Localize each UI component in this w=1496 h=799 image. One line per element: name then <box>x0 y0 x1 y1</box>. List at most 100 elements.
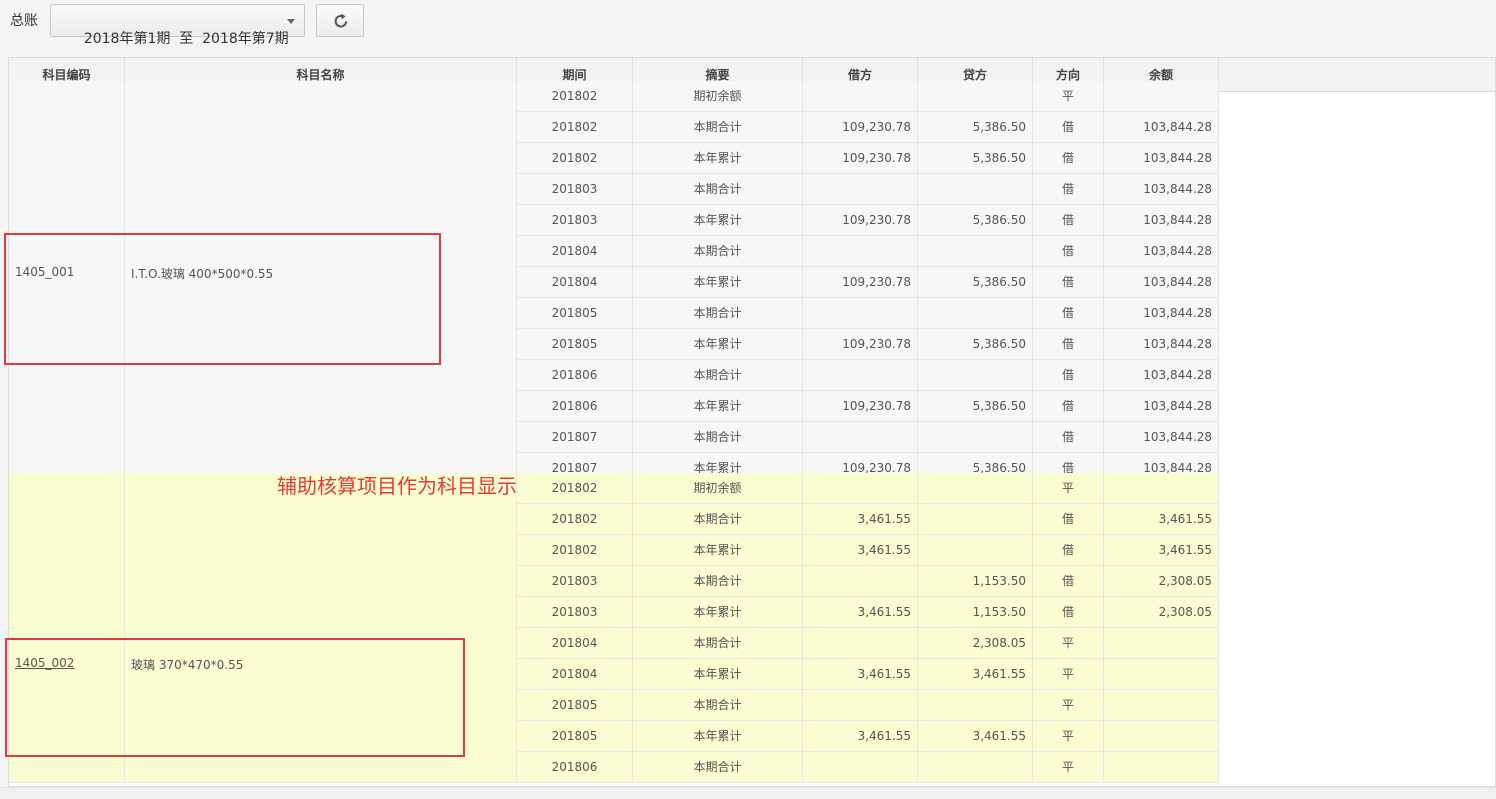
refresh-button[interactable] <box>316 4 364 37</box>
direction-cell: 借 <box>1033 236 1104 267</box>
credit-cell <box>918 174 1033 205</box>
table-row[interactable]: 201804 本期合计 2,308.05 平 <box>517 628 1219 659</box>
period-cell: 201802 <box>517 81 633 112</box>
period-cell: 201803 <box>517 566 633 597</box>
period-cell: 201804 <box>517 267 633 298</box>
credit-cell <box>918 298 1033 329</box>
debit-cell: 109,230.78 <box>803 267 918 298</box>
summary-cell: 本年累计 <box>633 205 803 236</box>
table-row[interactable]: 201802 期初余额 平 <box>517 81 1219 112</box>
balance-cell: 3,461.55 <box>1104 504 1219 535</box>
balance-cell <box>1104 752 1219 783</box>
summary-cell: 本年累计 <box>633 597 803 628</box>
summary-cell: 本年累计 <box>633 267 803 298</box>
credit-cell: 5,386.50 <box>918 329 1033 360</box>
balance-cell: 103,844.28 <box>1104 360 1219 391</box>
table-row[interactable]: 201802 本年累计 3,461.55 借 3,461.55 <box>517 535 1219 566</box>
subject-code-cell: 1405_002 <box>9 473 125 783</box>
table-row[interactable]: 201806 本期合计 借 103,844.28 <box>517 360 1219 391</box>
table-row[interactable]: 201802 本年累计 109,230.78 5,386.50 借 103,844.28 <box>517 143 1219 174</box>
subject-code: 1405_001 <box>15 265 75 279</box>
account-group: 1405_001 I.T.O.玻璃 400*500*0.55 201802 期初余额 平… <box>9 81 1219 484</box>
table-row[interactable]: 201805 本年累计 3,461.55 3,461.55 平 <box>517 721 1219 752</box>
direction-cell: 借 <box>1033 205 1104 236</box>
period-cell: 201802 <box>517 143 633 174</box>
direction-cell: 平 <box>1033 81 1104 112</box>
table-row[interactable]: 201803 本期合计 1,153.50 借 2,308.05 <box>517 566 1219 597</box>
summary-cell: 本期合计 <box>633 504 803 535</box>
summary-cell: 本期合计 <box>633 690 803 721</box>
toolbar: 总账 2018年第1期 至 2018年第7期 <box>0 0 1496 47</box>
credit-cell <box>918 535 1033 566</box>
debit-cell <box>803 473 918 504</box>
balance-cell: 103,844.28 <box>1104 391 1219 422</box>
table-row[interactable]: 201807 本期合计 借 103,844.28 <box>517 422 1219 453</box>
direction-cell: 平 <box>1033 690 1104 721</box>
summary-cell: 本期合计 <box>633 360 803 391</box>
credit-cell <box>918 360 1033 391</box>
period-cell: 201805 <box>517 690 633 721</box>
debit-cell: 109,230.78 <box>803 205 918 236</box>
table-row[interactable]: 201805 本期合计 借 103,844.28 <box>517 298 1219 329</box>
direction-cell: 借 <box>1033 566 1104 597</box>
credit-cell <box>918 422 1033 453</box>
subject-name: 玻璃 370*470*0.55 <box>131 658 244 672</box>
chevron-down-icon <box>287 19 295 24</box>
balance-cell: 103,844.28 <box>1104 174 1219 205</box>
table-row[interactable]: 201806 本年累计 109,230.78 5,386.50 借 103,844.28 <box>517 391 1219 422</box>
period-cell: 201805 <box>517 298 633 329</box>
table-row[interactable]: 201805 本年累计 109,230.78 5,386.50 借 103,844.28 <box>517 329 1219 360</box>
period-cell: 201806 <box>517 752 633 783</box>
credit-cell: 5,386.50 <box>918 112 1033 143</box>
summary-cell: 本年累计 <box>633 329 803 360</box>
direction-cell: 平 <box>1033 473 1104 504</box>
balance-cell: 103,844.28 <box>1104 143 1219 174</box>
table-row[interactable]: 201803 本年累计 109,230.78 5,386.50 借 103,844.28 <box>517 205 1219 236</box>
debit-cell: 3,461.55 <box>803 659 918 690</box>
debit-cell: 3,461.55 <box>803 721 918 752</box>
summary-cell: 本年累计 <box>633 391 803 422</box>
credit-cell <box>918 504 1033 535</box>
subject-code[interactable]: 1405_002 <box>15 656 74 670</box>
period-range-value: 2018年第1期 至 2018年第7期 <box>83 31 289 47</box>
credit-cell <box>918 81 1033 112</box>
subject-name-cell: I.T.O.玻璃 400*500*0.55 <box>125 81 517 484</box>
credit-cell: 1,153.50 <box>918 566 1033 597</box>
table-row[interactable]: 201805 本期合计 平 <box>517 690 1219 721</box>
summary-cell: 本年累计 <box>633 535 803 566</box>
debit-cell: 109,230.78 <box>803 112 918 143</box>
summary-cell: 期初余额 <box>633 473 803 504</box>
subject-name-cell: 玻璃 370*470*0.55 <box>125 473 517 783</box>
direction-cell: 借 <box>1033 391 1104 422</box>
table-row[interactable]: 201802 本期合计 109,230.78 5,386.50 借 103,844.28 <box>517 112 1219 143</box>
table-row[interactable]: 201803 本期合计 借 103,844.28 <box>517 174 1219 205</box>
table-row[interactable]: 201806 本期合计 平 <box>517 752 1219 783</box>
table-row[interactable]: 201803 本年累计 3,461.55 1,153.50 借 2,308.05 <box>517 597 1219 628</box>
ledger-table: 科目编码 科目名称 期间 摘要 借方 贷方 方向 余额 1405_001 I.T.O.玻璃 40… <box>8 57 1496 787</box>
table-row[interactable]: 201802 本期合计 3,461.55 借 3,461.55 <box>517 504 1219 535</box>
summary-cell: 本期合计 <box>633 236 803 267</box>
summary-cell: 本期合计 <box>633 628 803 659</box>
debit-cell: 3,461.55 <box>803 597 918 628</box>
period-cell: 201802 <box>517 112 633 143</box>
table-row[interactable]: 201804 本期合计 借 103,844.28 <box>517 236 1219 267</box>
credit-cell: 5,386.50 <box>918 391 1033 422</box>
summary-cell: 本年累计 <box>633 659 803 690</box>
period-cell: 201803 <box>517 597 633 628</box>
debit-cell <box>803 422 918 453</box>
table-row[interactable]: 201804 本年累计 3,461.55 3,461.55 平 <box>517 659 1219 690</box>
credit-cell <box>918 752 1033 783</box>
period-cell: 201807 <box>517 422 633 453</box>
debit-cell: 3,461.55 <box>803 504 918 535</box>
balance-cell <box>1104 659 1219 690</box>
debit-cell: 3,461.55 <box>803 535 918 566</box>
horizontal-scrollbar[interactable] <box>0 787 1496 799</box>
summary-cell: 本期合计 <box>633 298 803 329</box>
period-range-select[interactable]: 2018年第1期 至 2018年第7期 <box>50 4 305 47</box>
debit-cell <box>803 360 918 391</box>
table-row[interactable]: 201804 本年累计 109,230.78 5,386.50 借 103,844.28 <box>517 267 1219 298</box>
table-row[interactable]: 201802 期初余额 平 <box>517 473 1219 504</box>
refresh-icon <box>334 13 348 28</box>
balance-cell <box>1104 473 1219 504</box>
debit-cell: 109,230.78 <box>803 143 918 174</box>
